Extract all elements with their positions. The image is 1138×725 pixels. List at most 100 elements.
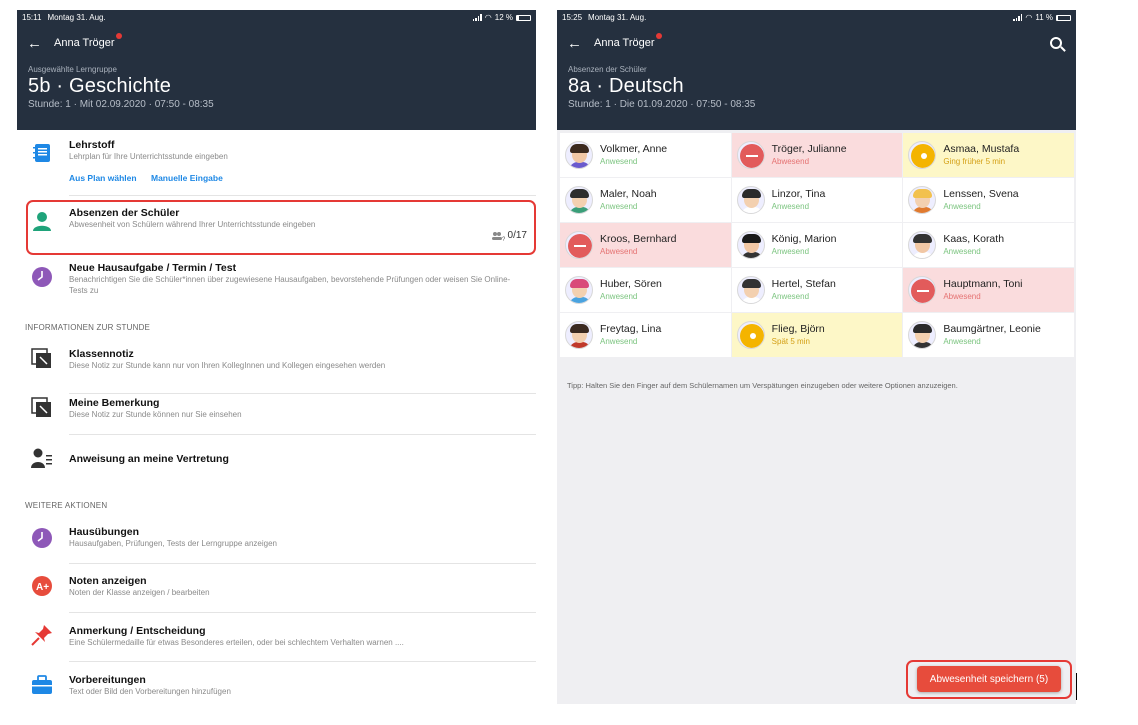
bemerkung-title: Meine Bemerkung bbox=[69, 397, 160, 409]
student-name: Kroos, Bernhard bbox=[600, 233, 677, 245]
hausuebungen-item[interactable]: Hausübungen Hausaufgaben, Prüfungen, Tes… bbox=[17, 521, 536, 566]
divider-line bbox=[1076, 673, 1077, 700]
noten-item[interactable]: A+ Noten anzeigen Noten der Klasse anzei… bbox=[17, 570, 536, 615]
hausuebungen-desc: Hausaufgaben, Prüfungen, Tests der Lerng… bbox=[69, 539, 278, 548]
status-bar: 15:11 Montag 31. Aug. ◠ 12 % bbox=[17, 10, 536, 25]
bemerkung-item[interactable]: Meine Bemerkung Diese Notiz zur Stunde k… bbox=[17, 394, 536, 438]
lehrstoff-title: Lehrstoff bbox=[69, 139, 115, 151]
section-actions-header: WEITERE AKTIONEN bbox=[25, 501, 108, 510]
battery-percent: 11 % bbox=[1035, 13, 1053, 22]
student-cell[interactable]: Asmaa, Mustafa Ging früher 5 min bbox=[903, 133, 1074, 177]
late-clock-icon bbox=[911, 144, 936, 168]
student-avatar bbox=[736, 141, 765, 169]
student-name: Lenssen, Svena bbox=[943, 188, 1019, 200]
lesson-info: Stunde: 1 · Mit 02.09.2020 · 07:50 - 08:… bbox=[28, 99, 214, 110]
student-name: Asmaa, Mustafa bbox=[943, 143, 1020, 155]
student-status: Abwesend bbox=[600, 247, 638, 256]
student-cell[interactable]: Huber, Sören Anwesend bbox=[560, 268, 731, 312]
student-cell[interactable]: Lenssen, Svena Anwesend bbox=[903, 178, 1074, 222]
notebook-icon bbox=[33, 144, 50, 162]
grade-icon: A+ bbox=[32, 576, 52, 596]
anmerkung-item[interactable]: Anmerkung / Entscheidung Eine Schülermed… bbox=[17, 620, 536, 665]
anmerkung-desc: Eine Schülermedaille für etwas Besondere… bbox=[69, 638, 404, 647]
klassennotiz-item[interactable]: Klassennotiz Diese Notiz zur Stunde kann… bbox=[17, 343, 536, 388]
anmerkung-title: Anmerkung / Entscheidung bbox=[69, 625, 206, 637]
student-avatar bbox=[565, 321, 593, 349]
user-name[interactable]: Anna Tröger bbox=[594, 33, 662, 49]
student-name: Freytag, Lina bbox=[600, 323, 662, 335]
student-name: König, Marion bbox=[771, 233, 837, 245]
vertretung-title: Anweisung an meine Vertretung bbox=[69, 453, 229, 465]
absent-badge-icon bbox=[911, 279, 936, 303]
student-cell[interactable]: Kaas, Korath Anwesend bbox=[903, 223, 1074, 267]
student-cell[interactable]: Hauptmann, Toni Abwesend bbox=[903, 268, 1074, 312]
student-name: Flieg, Björn bbox=[771, 323, 825, 335]
aus-plan-waehlen-link[interactable]: Aus Plan wählen bbox=[69, 173, 137, 183]
person-list-icon bbox=[31, 448, 52, 468]
divider bbox=[69, 195, 536, 196]
highlight-box bbox=[26, 200, 536, 255]
left-header: 15:11 Montag 31. Aug. ◠ 12 % ← Anna Trög… bbox=[17, 10, 536, 130]
student-cell[interactable]: Hertel, Stefan Anwesend bbox=[731, 268, 903, 312]
lesson-info: Stunde: 1 · Die 01.09.2020 · 07:50 - 08:… bbox=[568, 99, 756, 110]
student-status: Anwesend bbox=[943, 337, 981, 346]
student-name: Hertel, Stefan bbox=[771, 278, 836, 290]
page-title: 5b · Geschichte bbox=[28, 75, 172, 97]
back-arrow-icon[interactable]: ← bbox=[567, 35, 585, 52]
student-cell[interactable]: Flieg, Björn Spät 5 min bbox=[731, 313, 903, 357]
klassennotiz-desc: Diese Notiz zur Stunde kann nur von Ihre… bbox=[69, 361, 386, 370]
back-arrow-icon[interactable]: ← bbox=[27, 35, 45, 52]
student-status: Spät 5 min bbox=[771, 337, 810, 346]
note-icon bbox=[31, 348, 51, 368]
student-status: Anwesend bbox=[771, 292, 810, 301]
group-label: Absenzen der Schüler bbox=[568, 65, 647, 74]
student-status: Anwesend bbox=[600, 157, 638, 166]
absent-badge-icon bbox=[739, 144, 764, 168]
student-avatar bbox=[736, 231, 765, 259]
student-name: Baumgärtner, Leonie bbox=[943, 323, 1041, 335]
student-avatar bbox=[565, 141, 593, 169]
battery-icon bbox=[1056, 14, 1071, 21]
student-avatar bbox=[908, 231, 937, 259]
student-cell[interactable]: Tröger, Julianne Abwesend bbox=[731, 133, 903, 177]
student-avatar bbox=[736, 186, 765, 214]
student-avatar bbox=[908, 141, 937, 169]
student-cell[interactable]: Linzor, Tina Anwesend bbox=[731, 178, 903, 222]
manuelle-eingabe-link[interactable]: Manuelle Eingabe bbox=[151, 173, 223, 183]
signal-icon bbox=[472, 14, 482, 21]
battery-icon bbox=[516, 14, 531, 21]
student-cell[interactable]: Maler, Noah Anwesend bbox=[560, 178, 731, 222]
student-cell[interactable]: Kroos, Bernhard Abwesend bbox=[560, 223, 731, 267]
status-bar: 15:25 Montag 31. Aug. ◠ 11 % bbox=[557, 10, 1076, 25]
divider bbox=[69, 434, 536, 435]
section-info-header: INFORMATIONEN ZUR STUNDE bbox=[25, 323, 151, 332]
left-screen: 15:11 Montag 31. Aug. ◠ 12 % ← Anna Trög… bbox=[17, 10, 536, 704]
noten-desc: Noten der Klasse anzeigen / bearbeiten bbox=[69, 588, 210, 597]
student-avatar bbox=[736, 276, 765, 304]
student-name: Huber, Sören bbox=[600, 278, 662, 290]
student-cell[interactable]: Freytag, Lina Anwesend bbox=[560, 313, 731, 357]
neue-hausaufgabe-item[interactable]: Neue Hausaufgabe / Termin / Test Benachr… bbox=[17, 258, 536, 308]
search-icon[interactable] bbox=[1050, 37, 1062, 49]
student-status: Anwesend bbox=[771, 202, 810, 211]
lehrstoff-item[interactable]: Lehrstoff Lehrplan für Ihre Unterrichtss… bbox=[17, 130, 536, 190]
group-label: Ausgewählte Lerngruppe bbox=[28, 65, 117, 74]
vorbereitungen-item[interactable]: Vorbereitungen Text oder Bild den Vorber… bbox=[17, 669, 536, 704]
wifi-icon: ◠ bbox=[1025, 13, 1033, 22]
clock-icon bbox=[32, 528, 52, 548]
status-date: Montag 31. Aug. bbox=[588, 13, 647, 22]
student-cell[interactable]: König, Marion Anwesend bbox=[731, 223, 903, 267]
save-absence-button[interactable]: Abwesenheit speichern (5) bbox=[917, 666, 1061, 692]
student-name: Kaas, Korath bbox=[943, 233, 1005, 245]
student-status: Anwesend bbox=[600, 337, 638, 346]
clock-icon bbox=[32, 267, 52, 287]
student-cell[interactable]: Volkmer, Anne Anwesend bbox=[560, 133, 731, 177]
briefcase-icon bbox=[32, 675, 52, 694]
student-name: Volkmer, Anne bbox=[600, 143, 668, 155]
notification-dot-icon bbox=[655, 33, 662, 39]
vertretung-item[interactable]: Anweisung an meine Vertretung bbox=[17, 440, 536, 480]
tip-text: Tipp: Halten Sie den Finger auf dem Schü… bbox=[567, 381, 958, 390]
student-cell[interactable]: Baumgärtner, Leonie Anwesend bbox=[903, 313, 1074, 357]
user-name[interactable]: Anna Tröger bbox=[54, 33, 122, 49]
divider bbox=[69, 612, 536, 613]
